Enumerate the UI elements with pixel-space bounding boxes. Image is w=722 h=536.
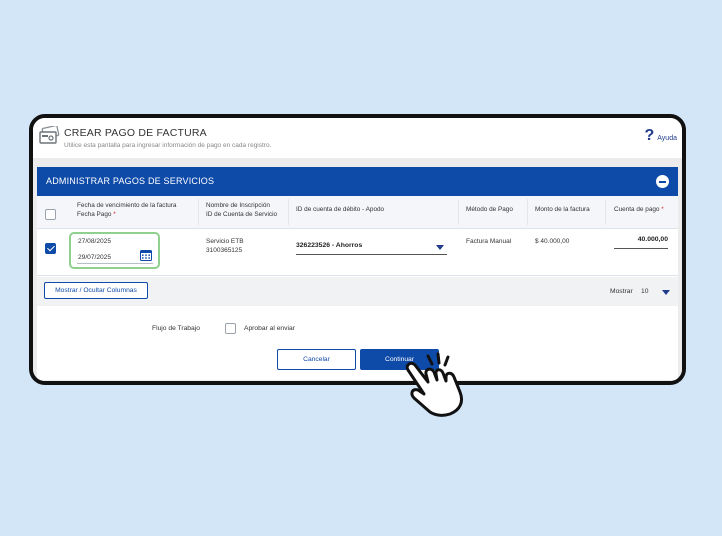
workflow-label: Flujo de Trabajo: [152, 325, 200, 332]
pointer-hand-icon: [405, 352, 464, 417]
help-icon: ?: [644, 127, 655, 144]
column-divider: [605, 199, 606, 225]
due-date-value: 27/08/2025: [78, 238, 112, 245]
service-account-id: 3100365125: [206, 247, 243, 254]
date-fields-highlight: 27/08/2025 29/07/2025: [69, 232, 160, 269]
required-mark: *: [113, 211, 116, 218]
debit-account-select[interactable]: 326223526 - Ahorros: [296, 241, 447, 255]
table-header: Fecha de vencimiento de la factura Fecha…: [37, 196, 678, 229]
page-size-label: Mostrar: [610, 288, 633, 295]
column-header-registration: Nombre de Inscripción ID de Cuenta de Se…: [206, 201, 277, 219]
column-due-date: Fecha de vencimiento de la factura: [77, 202, 177, 209]
app-window: CREAR PAGO DE FACTURA Utilice esta panta…: [29, 114, 686, 385]
required-mark: *: [661, 206, 664, 213]
select-all-checkbox[interactable]: [45, 209, 56, 220]
approve-checkbox[interactable]: [225, 323, 236, 334]
cancel-button[interactable]: Cancelar: [277, 349, 356, 370]
page-header: CREAR PAGO DE FACTURA Utilice esta panta…: [33, 118, 682, 158]
payment-method-value: Factura Manual: [466, 238, 512, 245]
dropdown-caret-icon: [436, 245, 444, 250]
table-toolbar: Mostrar / Ocultar Columnas Mostrar 10: [37, 277, 678, 306]
column-payment-method: Método de Pago: [466, 206, 513, 213]
invoice-amount-value: $ 40.000,00: [535, 238, 570, 245]
column-pay-date: Fecha Pago: [77, 211, 112, 218]
registration-cell: Servicio ETB 3100365125: [206, 237, 244, 255]
show-hide-columns-button[interactable]: Mostrar / Ocultar Columnas: [44, 282, 148, 299]
pay-date-underline: [77, 263, 153, 264]
payments-card: ADMINISTRAR PAGOS DE SERVICIOS Fecha de …: [37, 167, 678, 380]
column-registration-name: Nombre de Inscripción: [206, 202, 270, 209]
calendar-icon[interactable]: [140, 249, 152, 261]
chevron-down-icon[interactable]: [662, 290, 670, 295]
row-checkbox[interactable]: [45, 243, 56, 254]
section-title: ADMINISTRAR PAGOS DE SERVICIOS: [46, 176, 215, 186]
section-header: ADMINISTRAR PAGOS DE SERVICIOS: [37, 167, 678, 196]
page-size-value[interactable]: 10: [641, 288, 648, 295]
column-service-account: ID de Cuenta de Servicio: [206, 211, 278, 218]
collapse-icon[interactable]: [656, 175, 669, 188]
column-header-payment-amount: Cuenta de pago *: [614, 205, 664, 214]
page-title: CREAR PAGO DE FACTURA: [64, 127, 207, 139]
help-link[interactable]: ? Ayuda: [644, 128, 677, 144]
registration-name: Servicio ETB: [206, 238, 244, 245]
column-debit-account: ID de cuenta de débito - Apodo: [296, 206, 385, 213]
help-label: Ayuda: [657, 135, 677, 142]
table-row: 27/08/2025 29/07/2025 Servicio ETB 31003…: [37, 229, 678, 276]
content-area: ADMINISTRAR PAGOS DE SERVICIOS Fecha de …: [33, 158, 682, 381]
column-divider: [198, 199, 199, 225]
payment-amount-input[interactable]: 40.000,00: [614, 236, 668, 249]
debit-account-value: 326223526 - Ahorros: [296, 242, 363, 249]
column-divider: [458, 199, 459, 225]
approve-label: Aprobar al enviar: [244, 325, 295, 332]
page-subtitle: Utilice esta pantalla para ingresar info…: [64, 142, 272, 149]
column-payment-amount: Cuenta de pago: [614, 206, 660, 213]
column-divider: [527, 199, 528, 225]
column-divider: [288, 199, 289, 225]
pay-date-input[interactable]: 29/07/2025: [78, 254, 111, 261]
column-invoice-amount: Monto de la factura: [535, 206, 590, 213]
column-header-dates: Fecha de vencimiento de la factura Fecha…: [77, 201, 176, 219]
bill-payment-icon: [39, 126, 60, 144]
